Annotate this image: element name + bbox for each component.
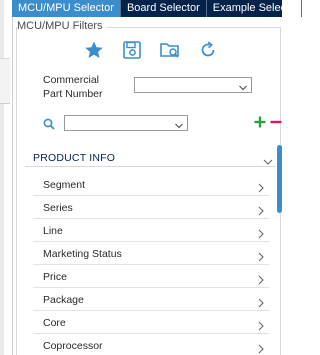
- commercial-part-number-select[interactable]: [134, 77, 252, 93]
- commercial-part-number-label-line2: Part Number: [43, 88, 103, 100]
- gutter-marker: [0, 58, 10, 104]
- chevron-down-icon: [238, 80, 248, 98]
- tab-board-selector[interactable]: Board Selector: [121, 0, 207, 17]
- filter-item-label: Series: [43, 202, 73, 214]
- tab-mcu-mpu-selector[interactable]: MCU/MPU Selector: [12, 0, 121, 17]
- filter-item-label: Core: [43, 317, 66, 329]
- scrollbar[interactable]: [277, 145, 282, 355]
- filter-item-label: Marketing Status: [43, 248, 122, 260]
- product-info-list: Segment Series Line Marketing Status Pri…: [33, 173, 269, 355]
- search-icon[interactable]: [43, 117, 55, 135]
- scrollbar-thumb[interactable]: [277, 145, 282, 213]
- add-filter-button[interactable]: [254, 114, 266, 130]
- product-info-title: PRODUCT INFO: [33, 152, 116, 164]
- chevron-down-icon: [263, 153, 273, 171]
- chevron-down-icon: [174, 118, 184, 136]
- commercial-part-number-label: Commercial Part Number: [43, 73, 103, 101]
- filter-item-label: Coprocessor: [43, 340, 103, 352]
- search-select[interactable]: [64, 115, 188, 131]
- filter-item-segment[interactable]: Segment: [33, 173, 269, 196]
- filters-group-title: MCU/MPU Filters: [17, 20, 106, 32]
- product-info-header[interactable]: PRODUCT INFO: [25, 147, 275, 167]
- filter-item-core[interactable]: Core: [33, 311, 269, 334]
- left-gutter: [0, 0, 12, 355]
- remove-filter-button[interactable]: [270, 114, 282, 130]
- commercial-part-number-label-line1: Commercial: [43, 74, 100, 86]
- filter-item-line[interactable]: Line: [33, 219, 269, 242]
- save-icon[interactable]: [121, 39, 143, 61]
- filters-toolbar: [83, 39, 219, 61]
- gutter-bar: [0, 0, 4, 355]
- filter-item-package[interactable]: Package: [33, 288, 269, 311]
- filter-item-coprocessor[interactable]: Coprocessor: [33, 334, 269, 355]
- filters-panel: MCU/MPU Filters Commercial Part Number P…: [12, 17, 282, 355]
- reset-icon[interactable]: [197, 39, 219, 61]
- filter-item-series[interactable]: Series: [33, 196, 269, 219]
- folder-search-icon[interactable]: [159, 39, 181, 61]
- filter-item-label: Segment: [43, 179, 86, 191]
- filter-item-label: Line: [43, 225, 63, 237]
- chevron-right-icon: [257, 341, 265, 355]
- filter-item-marketing-status[interactable]: Marketing Status: [33, 242, 269, 265]
- filter-item-price[interactable]: Price: [33, 265, 269, 288]
- filter-item-label: Price: [43, 271, 67, 283]
- filter-item-label: Package: [43, 294, 84, 306]
- tab-example-selector[interactable]: Example Selecto: [207, 0, 303, 17]
- selector-tabs: MCU/MPU Selector Board Selector Example …: [12, 0, 303, 17]
- star-icon[interactable]: [83, 39, 105, 61]
